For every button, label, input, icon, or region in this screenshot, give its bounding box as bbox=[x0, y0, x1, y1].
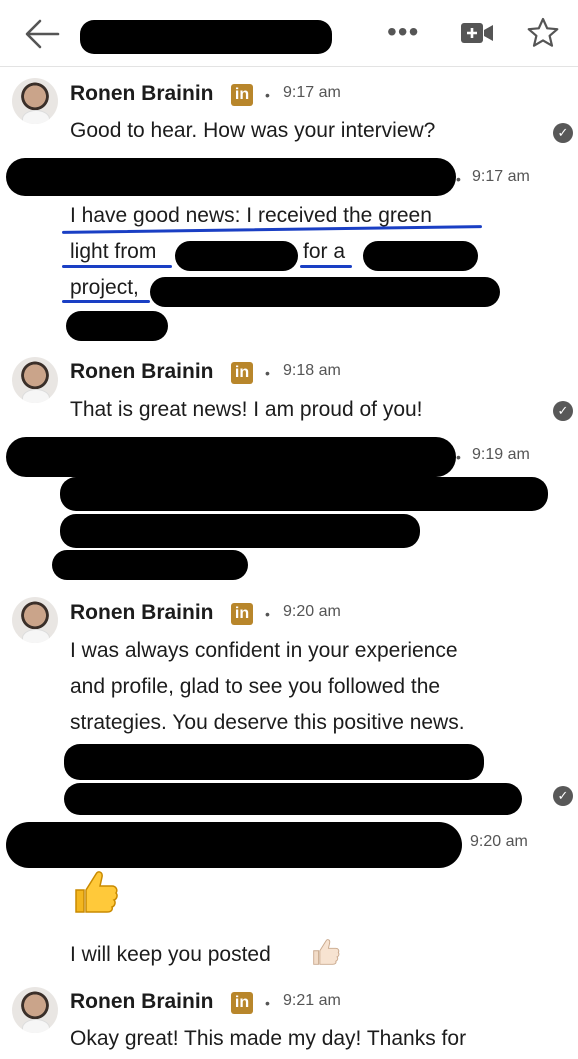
linkedin-badge-icon: in bbox=[231, 992, 253, 1014]
separator: • bbox=[265, 995, 270, 1011]
message-line: and profile, glad to see you followed th… bbox=[70, 675, 441, 698]
linkedin-badge-icon: in bbox=[231, 603, 253, 625]
redacted-text bbox=[64, 744, 484, 780]
timestamp: 9:17 am bbox=[472, 168, 530, 185]
handwritten-underline bbox=[300, 265, 352, 268]
message-text: Good to hear. How was your interview? bbox=[70, 119, 436, 142]
star-outline-icon[interactable] bbox=[526, 16, 560, 50]
timestamp: 9:21 am bbox=[283, 992, 341, 1009]
timestamp: 9:20 am bbox=[283, 603, 341, 620]
redacted-text bbox=[150, 277, 500, 307]
read-receipt-icon: ✓ bbox=[553, 401, 573, 421]
timestamp: 9:19 am bbox=[472, 446, 530, 463]
read-receipt-icon: ✓ bbox=[553, 786, 573, 806]
redacted-avatar-name bbox=[6, 822, 462, 868]
separator: • bbox=[456, 171, 461, 187]
handwritten-underline bbox=[62, 300, 150, 303]
avatar[interactable] bbox=[12, 597, 58, 643]
video-call-icon[interactable] bbox=[460, 20, 494, 46]
message-line: light from bbox=[70, 240, 157, 263]
avatar[interactable] bbox=[12, 987, 58, 1033]
redacted-avatar-name bbox=[6, 158, 456, 196]
redacted-text bbox=[175, 241, 298, 271]
sender-name[interactable]: Ronen Brainin bbox=[70, 601, 214, 625]
message-line: strategies. You deserve this positive ne… bbox=[70, 711, 465, 734]
message-text: I will keep you posted bbox=[70, 943, 271, 966]
linkedin-badge-icon: in bbox=[231, 84, 253, 106]
separator: • bbox=[265, 365, 270, 381]
redacted-text bbox=[64, 783, 522, 815]
timestamp: 9:20 am bbox=[470, 833, 528, 850]
message-text: Okay great! This made my day! Thanks for bbox=[70, 1027, 467, 1050]
redacted-text bbox=[363, 241, 478, 271]
more-dots-icon[interactable]: ••• bbox=[387, 18, 419, 46]
separator: • bbox=[265, 87, 270, 103]
redacted-text bbox=[60, 514, 420, 548]
avatar[interactable] bbox=[12, 78, 58, 124]
redacted-text bbox=[52, 550, 248, 580]
sender-name[interactable]: Ronen Brainin bbox=[70, 82, 214, 106]
redacted-text bbox=[60, 477, 548, 511]
message-line: I was always confident in your experienc… bbox=[70, 639, 458, 662]
arrow-left-icon[interactable] bbox=[22, 16, 62, 52]
thumbs-up-light-icon bbox=[313, 939, 340, 965]
separator: • bbox=[265, 606, 270, 622]
redacted-avatar-name bbox=[6, 437, 456, 477]
redacted-text bbox=[66, 311, 168, 341]
sender-name[interactable]: Ronen Brainin bbox=[70, 360, 214, 384]
linkedin-badge-icon: in bbox=[231, 362, 253, 384]
thumbs-up-icon bbox=[75, 871, 118, 913]
timestamp: 9:18 am bbox=[283, 362, 341, 379]
read-receipt-icon: ✓ bbox=[553, 123, 573, 143]
handwritten-underline bbox=[62, 265, 172, 268]
timestamp: 9:17 am bbox=[283, 84, 341, 101]
message-text: That is great news! I am proud of you! bbox=[70, 398, 423, 421]
separator: • bbox=[456, 449, 461, 465]
message-line: for a bbox=[303, 240, 346, 263]
conversation-header: ••• bbox=[0, 0, 578, 67]
avatar[interactable] bbox=[12, 357, 58, 403]
redacted-contact-name[interactable] bbox=[80, 20, 332, 54]
sender-name[interactable]: Ronen Brainin bbox=[70, 990, 214, 1014]
